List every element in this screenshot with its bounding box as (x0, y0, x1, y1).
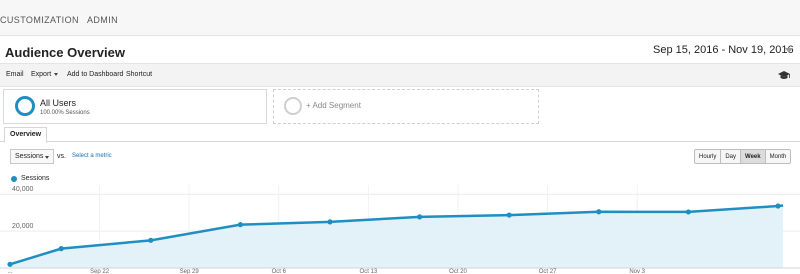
series-area (10, 205, 783, 268)
metric-selected-label: Sessions (15, 153, 44, 160)
top-navigation: CUSTOMIZATION ADMIN (0, 0, 800, 36)
data-point (7, 261, 13, 267)
add-to-dashboard-button[interactable]: Add to Dashboard (67, 71, 123, 78)
segment-bar: All Users 100.00% Sessions + Add Segment (0, 88, 800, 126)
date-range-picker[interactable]: Sep 15, 2016 - Nov 19, 2016 (648, 39, 798, 61)
segment-ring-icon (15, 96, 35, 116)
graduation-cap-icon[interactable] (778, 70, 790, 81)
report-tabs: Overview (0, 126, 800, 143)
x-tick-label: ... (7, 269, 12, 274)
granularity-month[interactable]: Month (764, 150, 791, 163)
empty-segment-ring-icon (284, 97, 302, 115)
tab-customization[interactable]: CUSTOMIZATION (0, 15, 79, 25)
export-label: Export (31, 71, 52, 78)
segment-subtitle: 100.00% Sessions (40, 110, 90, 116)
granularity-week[interactable]: Week (740, 150, 765, 163)
select-metric-link[interactable]: Select a metric (72, 153, 112, 159)
x-tick-label: Sep 29 (180, 269, 200, 274)
x-tick-label: Oct 20 (449, 269, 467, 274)
y-tick-label: 20,000 (12, 223, 34, 230)
x-tick-label: Nov 3 (629, 269, 645, 274)
data-point (58, 246, 64, 252)
page-title: Audience Overview (5, 45, 125, 60)
legend-label: Sessions (21, 175, 50, 182)
data-point (596, 209, 602, 215)
granularity-day[interactable]: Day (720, 150, 740, 163)
y-tick-label: 40,000 (12, 186, 34, 193)
data-point (417, 214, 423, 220)
report-toolbar: Email Export Add to Dashboard Shortcut (0, 63, 800, 87)
add-segment-label: + Add Segment (306, 101, 361, 110)
x-tick-label: Oct 13 (360, 269, 378, 274)
x-tick-label: Oct 6 (272, 269, 287, 274)
data-point (327, 219, 333, 225)
x-tick-label: Oct 27 (539, 269, 557, 274)
vs-label: vs. (57, 153, 66, 160)
segment-name: All Users (40, 98, 77, 108)
data-point (775, 203, 781, 209)
legend-marker (11, 176, 17, 182)
export-button[interactable]: Export (31, 71, 59, 78)
data-point (148, 237, 154, 243)
chevron-down-icon (45, 156, 49, 159)
email-button[interactable]: Email (6, 71, 24, 78)
chevron-down-icon (785, 48, 793, 53)
add-segment-button[interactable]: + Add Segment (273, 89, 539, 124)
tab-admin[interactable]: ADMIN (87, 15, 118, 25)
granularity-hourly[interactable]: Hourly (695, 150, 720, 163)
tab-overview[interactable]: Overview (4, 127, 48, 143)
sessions-chart: 40,000 20,000... Sep 22 Sep 29 Oct 6 Oct 13 Oc… (0, 185, 800, 274)
data-point (237, 222, 243, 228)
granularity-toggle: Hourly Day Week Month (694, 149, 792, 164)
shortcut-button[interactable]: Shortcut (126, 71, 152, 78)
data-point (506, 212, 512, 218)
x-tick-label: Sep 22 (90, 269, 110, 274)
date-range-label: Sep 15, 2016 - Nov 19, 2016 (653, 44, 794, 56)
metric-dropdown[interactable]: Sessions (10, 149, 54, 164)
data-point (685, 209, 692, 215)
chevron-down-icon (54, 72, 59, 76)
segment-all-users[interactable]: All Users 100.00% Sessions (3, 89, 267, 124)
